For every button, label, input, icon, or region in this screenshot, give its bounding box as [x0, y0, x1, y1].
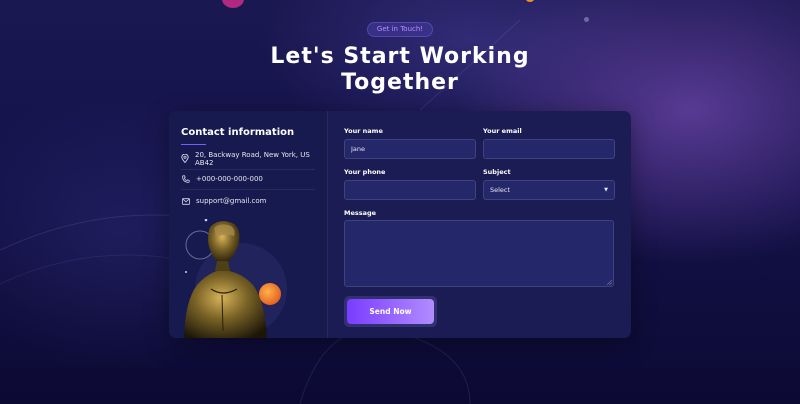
contact-phone-text: +000-000-000-000: [196, 174, 263, 183]
decorative-dot: [584, 17, 589, 22]
get-in-touch-badge: Get in Touch!: [367, 22, 433, 37]
contact-info-panel: Contact information 20, Backway Road, Ne…: [169, 111, 328, 338]
name-input[interactable]: [344, 139, 476, 159]
contact-email-text: support@gmail.com: [196, 197, 267, 205]
send-button-frame: Send Now: [344, 296, 437, 327]
message-textarea[interactable]: [344, 220, 614, 287]
subject-label: Subject: [483, 168, 511, 176]
page-title-line-1: Let's Start Working: [270, 44, 530, 69]
contact-email: support@gmail.com: [181, 190, 315, 212]
contact-address: 20, Backway Road, New York, US AB42: [181, 148, 315, 170]
send-now-button[interactable]: Send Now: [347, 299, 434, 324]
page-title-line-2: Together: [341, 70, 459, 95]
phone-label: Your phone: [344, 168, 386, 176]
name-label: Your name: [344, 127, 383, 135]
contact-card: Contact information 20, Backway Road, Ne…: [169, 111, 631, 338]
subject-select[interactable]: Select ▼: [483, 180, 615, 200]
mail-icon: [181, 197, 190, 206]
page-title: Let's Start Working Together: [200, 44, 600, 96]
subject-select-value: Select: [490, 186, 511, 194]
contact-info-title: Contact information: [181, 127, 295, 138]
statue-illustration: [184, 219, 287, 338]
contact-address-text: 20, Backway Road, New York, US AB42: [195, 150, 310, 167]
contact-title-underline: [181, 144, 206, 145]
email-label: Your email: [483, 127, 522, 135]
phone-icon: [181, 174, 190, 183]
caret-down-icon: ▼: [604, 187, 608, 193]
message-label: Message: [344, 209, 377, 217]
contact-phone: +000-000-000-000: [181, 168, 315, 190]
phone-input[interactable]: [344, 180, 476, 200]
email-input[interactable]: [483, 139, 615, 159]
resize-handle-icon: [607, 280, 612, 285]
location-pin-icon: [181, 154, 189, 163]
